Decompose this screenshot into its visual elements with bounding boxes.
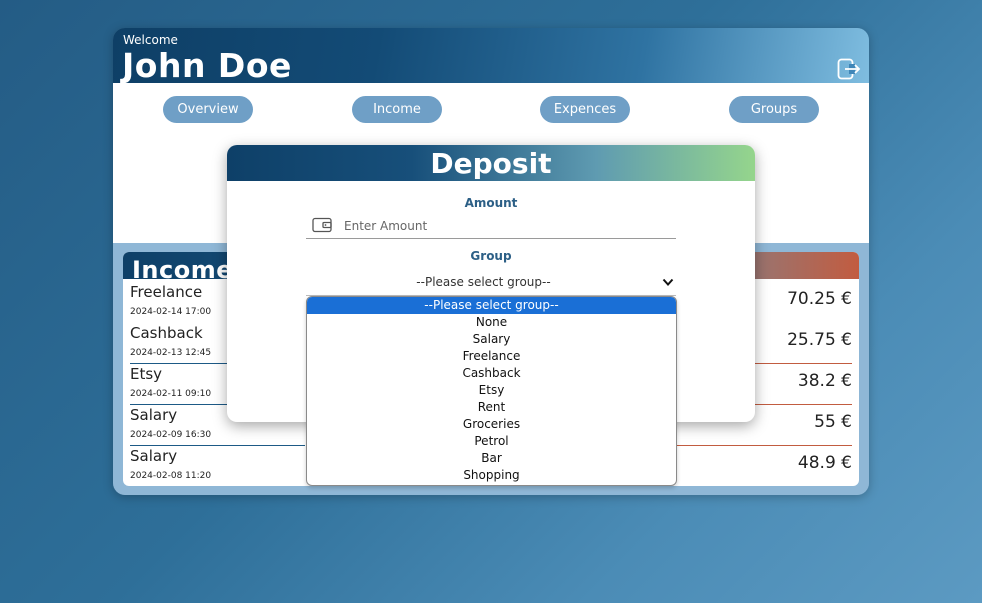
nav-income-button[interactable]: Income — [352, 96, 442, 123]
income-amount: 38.2 € — [797, 371, 852, 391]
row-divider — [677, 445, 852, 446]
income-name: Freelance — [130, 283, 203, 301]
dropdown-option[interactable]: Salary — [307, 331, 676, 348]
nav-groups-button[interactable]: Groups — [729, 96, 819, 123]
nav-overview-button[interactable]: Overview — [163, 96, 253, 123]
dropdown-option[interactable]: Bar — [307, 450, 676, 467]
amount-label: Amount — [464, 196, 518, 210]
group-select[interactable]: --Please select group-- — [306, 271, 676, 296]
amount-input[interactable] — [342, 216, 666, 236]
header: Welcome John Doe — [113, 28, 869, 85]
income-amount: 55 € — [814, 412, 852, 432]
income-name: Salary — [130, 406, 178, 424]
welcome-text: Welcome — [123, 33, 178, 47]
dropdown-option[interactable]: None — [307, 314, 676, 331]
wallet-icon — [312, 217, 332, 233]
group-label: Group — [470, 249, 512, 263]
row-divider — [130, 445, 305, 446]
income-amount: 25.75 € — [787, 330, 852, 350]
income-title: Income — [132, 256, 234, 284]
dropdown-option[interactable]: Petrol — [307, 433, 676, 450]
dropdown-option[interactable]: Cashback — [307, 365, 676, 382]
dropdown-option[interactable]: --Please select group-- — [307, 297, 676, 314]
modal-header: Deposit — [227, 145, 755, 181]
dropdown-option[interactable]: Etsy — [307, 382, 676, 399]
amount-field — [306, 213, 676, 239]
group-dropdown-list: --Please select group-- None Salary Free… — [306, 296, 677, 486]
dropdown-option[interactable]: Shopping — [307, 467, 676, 484]
income-amount: 48.9 € — [797, 453, 852, 473]
group-select-value: --Please select group-- — [416, 275, 551, 289]
income-date: 2024-02-11 09:10 — [130, 389, 212, 399]
nav-expences-button[interactable]: Expences — [540, 96, 630, 123]
chevron-down-icon — [662, 278, 674, 286]
dropdown-option[interactable]: Freelance — [307, 348, 676, 365]
income-name: Etsy — [130, 365, 163, 383]
dropdown-option[interactable]: Groceries — [307, 416, 676, 433]
income-date: 2024-02-13 12:45 — [130, 348, 212, 358]
income-name: Salary — [130, 447, 178, 465]
modal-title: Deposit — [430, 147, 552, 180]
dropdown-option[interactable]: Rent — [307, 399, 676, 416]
user-name: John Doe — [122, 46, 292, 85]
logout-icon[interactable] — [837, 58, 861, 80]
income-name: Cashback — [130, 324, 203, 342]
income-date: 2024-02-14 17:00 — [130, 307, 212, 317]
income-date: 2024-02-08 11:20 — [130, 471, 212, 481]
income-amount: 70.25 € — [787, 289, 852, 309]
income-date: 2024-02-09 16:30 — [130, 430, 212, 440]
